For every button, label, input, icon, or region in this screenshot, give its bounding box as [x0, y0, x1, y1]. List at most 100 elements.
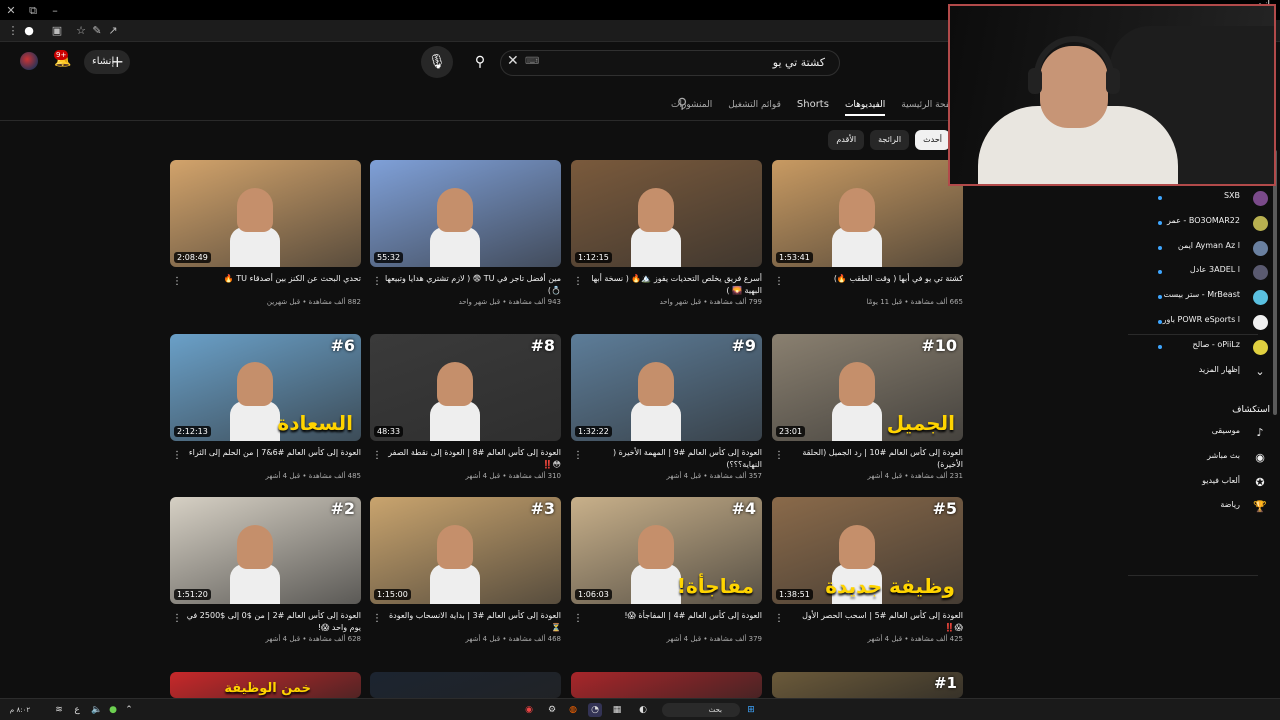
sidebar-item[interactable]: 🏆 رياضة — [1140, 496, 1280, 518]
star-icon[interactable]: ☆ — [74, 24, 88, 38]
taskbar-clock[interactable]: ٨:٠٢ م — [6, 703, 34, 717]
video-thumbnail[interactable]: #2 1:51:20 — [170, 497, 361, 604]
video-title[interactable]: العودة إلى كأس العالم #6&7 | من الحلم إل… — [170, 447, 361, 471]
video-card[interactable]: #9 1:32:22 ⋮ العودة إلى كأس العالم #9 | الم… — [571, 334, 762, 480]
more-options-icon[interactable]: ⋮ — [372, 613, 382, 624]
close-icon[interactable]: ✕ — [4, 4, 18, 18]
extension-icon[interactable]: ✎ — [90, 24, 104, 38]
video-card[interactable]: 2:08:49 ⋮ تحدي البحث عن الكنز بين أصدقاء T… — [170, 160, 361, 306]
show-more-button[interactable]: ⌄ إظهار المزيد — [1140, 361, 1280, 383]
video-title[interactable]: العودة إلى كأس العالم #9 | المهمة الأخير… — [571, 447, 762, 471]
restore-icon[interactable]: ⧉ — [26, 4, 40, 18]
video-card[interactable]: #10 الجميل 23:01 ⋮ العودة إلى كأس العالم #10… — [772, 334, 963, 480]
video-thumbnail[interactable]: #8 48:33 — [370, 334, 561, 441]
more-options-icon[interactable]: ⋮ — [573, 276, 583, 287]
app-browser-icon[interactable]: ◔ — [588, 703, 602, 717]
app-steam-icon[interactable]: ⚙ — [545, 703, 559, 717]
tabs-icon[interactable]: ▣ — [50, 24, 64, 38]
subscription-item[interactable]: MrBeast - ستر بيست — [1140, 286, 1280, 308]
video-title[interactable]: كشتة تي يو في أبها ( وقت الطقب 🔥) — [772, 273, 963, 297]
app-explorer-icon[interactable]: ▦ — [610, 703, 624, 717]
chip-oldest[interactable]: الأقدم — [828, 130, 865, 150]
windows-start-icon[interactable]: ⊞ — [744, 703, 758, 717]
more-options-icon[interactable]: ⋮ — [573, 450, 583, 461]
video-thumbnail[interactable]: خمن الوظيفة — [170, 672, 361, 698]
video-title[interactable]: العودة إلى كأس العالم #4 | المفاجأة 😱! — [571, 610, 762, 634]
video-title[interactable]: العودة إلى كأس العالم #8 | العودة إلى نق… — [370, 447, 561, 471]
video-title[interactable]: العودة إلى كأس العالم #5 | اسحب الحصر ال… — [772, 610, 963, 634]
more-options-icon[interactable]: ⋮ — [172, 613, 182, 624]
more-options-icon[interactable]: ⋮ — [172, 276, 182, 287]
chip-popular[interactable]: الرائجة — [870, 130, 910, 150]
video-card[interactable]: #3 1:15:00 ⋮ العودة إلى كأس العالم #3 | بدا… — [370, 497, 561, 643]
video-thumbnail[interactable]: #3 1:15:00 — [370, 497, 561, 604]
notifications-button[interactable]: 🔔 9+ — [52, 50, 74, 74]
video-card[interactable]: #6 السعادة 2:12:13 ⋮ العودة إلى كأس العالم #… — [170, 334, 361, 480]
wifi-icon[interactable]: ≋ — [52, 703, 66, 717]
video-card[interactable]: #4 مفاجأة! 1:06:03 ⋮ العودة إلى كأس العالم #… — [571, 497, 762, 643]
video-thumbnail[interactable]: #5 وظيفة جديدة 1:38:51 — [772, 497, 963, 604]
sidebar-item[interactable]: ✪ ألعاب فيديو — [1140, 472, 1280, 494]
subscription-item[interactable]: POWR eSports l باور — [1140, 311, 1280, 333]
video-title[interactable]: العودة إلى كأس العالم #10 | رد الجميل (ا… — [772, 447, 963, 471]
app-obs-icon[interactable]: ◐ — [632, 703, 654, 717]
subscription-item[interactable]: SXB — [1140, 187, 1280, 209]
video-card[interactable]: 55:32 ⋮ مين أفضل تاجر في TU 😨 ( لازم تشتري… — [370, 160, 561, 306]
more-options-icon[interactable]: ⋮ — [372, 450, 382, 461]
channel-search-icon[interactable]: ⚲ — [677, 96, 687, 112]
app-chrome-icon[interactable]: ◉ — [522, 703, 536, 717]
sidebar-item[interactable]: ◉ بث مباشر — [1140, 447, 1280, 469]
video-thumbnail[interactable]: 1:12:15 — [571, 160, 762, 267]
volume-icon[interactable]: 🔈 — [90, 703, 104, 717]
video-thumbnail[interactable]: #1 — [772, 672, 963, 698]
account-avatar[interactable] — [20, 52, 38, 70]
subscription-item[interactable]: Ayman Az l ايمن — [1140, 237, 1280, 259]
more-options-icon[interactable]: ⋮ — [573, 613, 583, 624]
video-card[interactable]: #5 وظيفة جديدة 1:38:51 ⋮ العودة إلى كأس العا… — [772, 497, 963, 643]
menu-icon[interactable]: ⋮ — [6, 24, 20, 38]
share-icon[interactable]: ↗ — [106, 24, 120, 38]
more-options-icon[interactable]: ⋮ — [172, 450, 182, 461]
keyboard-icon[interactable]: ⌨ — [525, 56, 539, 67]
video-title[interactable]: تحدي البحث عن الكنز بين أصدقاء TU 🔥 — [170, 273, 361, 297]
voice-search-button[interactable]: 🎙 — [421, 46, 453, 78]
video-thumbnail[interactable] — [370, 672, 561, 698]
video-thumbnail[interactable]: 1:53:41 — [772, 160, 963, 267]
tab-videos[interactable]: الفيديوهات — [844, 96, 886, 116]
minimize-icon[interactable]: – — [48, 4, 62, 18]
video-thumbnail[interactable]: #4 مفاجأة! 1:06:03 — [571, 497, 762, 604]
tab-shorts[interactable]: Shorts — [797, 96, 829, 116]
video-thumbnail[interactable]: 2:08:49 — [170, 160, 361, 267]
taskbar-search[interactable]: بحث — [662, 703, 740, 717]
video-thumbnail[interactable] — [571, 672, 762, 698]
sidebar-item[interactable]: ♪ موسيقى — [1140, 422, 1280, 444]
chip-latest[interactable]: أحدث — [915, 130, 950, 150]
chevron-up-icon[interactable]: ⌃ — [122, 703, 136, 717]
sidebar-scrollbar[interactable] — [1273, 150, 1277, 415]
video-title[interactable]: مين أفضل تاجر في TU 😨 ( لازم تشتري هدايا… — [370, 273, 561, 297]
more-options-icon[interactable]: ⋮ — [774, 276, 784, 287]
video-thumbnail[interactable]: #10 الجميل 23:01 — [772, 334, 963, 441]
record-icon[interactable]: ● — [22, 24, 36, 38]
search-input[interactable]: ✕ ⌨ كشتة تي يو — [500, 50, 840, 76]
video-thumbnail[interactable]: #9 1:32:22 — [571, 334, 762, 441]
video-title[interactable]: العودة إلى كأس العالم #2 | من $0 إلى $25… — [170, 610, 361, 634]
more-options-icon[interactable]: ⋮ — [372, 276, 382, 287]
video-title[interactable]: العودة إلى كأس العالم #3 | بداية الانسحا… — [370, 610, 561, 634]
language-icon[interactable]: ع — [70, 703, 84, 717]
search-button[interactable]: ⚲ — [464, 46, 496, 78]
create-button[interactable]: إنشاء + — [84, 50, 130, 74]
tab-playlists[interactable]: قوائم التشغيل — [728, 96, 781, 116]
video-card[interactable]: #8 48:33 ⋮ العودة إلى كأس العالم #8 | العود… — [370, 334, 561, 480]
subscription-item[interactable]: BO3OMAR22 - عمر — [1140, 212, 1280, 234]
subscription-item[interactable]: 3ADEL l عادل — [1140, 261, 1280, 283]
app-media-icon[interactable]: ◍ — [566, 703, 580, 717]
subscription-item[interactable]: oPiiLz - صالح — [1140, 336, 1280, 358]
video-card[interactable]: #2 1:51:20 ⋮ العودة إلى كأس العالم #2 | من … — [170, 497, 361, 643]
video-title[interactable]: أسرع فريق يخلص التحديات يفوز 🏔️🔥 ( نسخة … — [571, 273, 762, 297]
clear-search-icon[interactable]: ✕ — [507, 53, 519, 69]
app-indicator-icon[interactable]: ● — [106, 703, 120, 717]
video-card[interactable]: 1:12:15 ⋮ أسرع فريق يخلص التحديات يفوز 🏔️🔥… — [571, 160, 762, 306]
video-card[interactable]: 1:53:41 ⋮ كشتة تي يو في أبها ( وقت الطقب 🔥… — [772, 160, 963, 306]
more-options-icon[interactable]: ⋮ — [774, 613, 784, 624]
